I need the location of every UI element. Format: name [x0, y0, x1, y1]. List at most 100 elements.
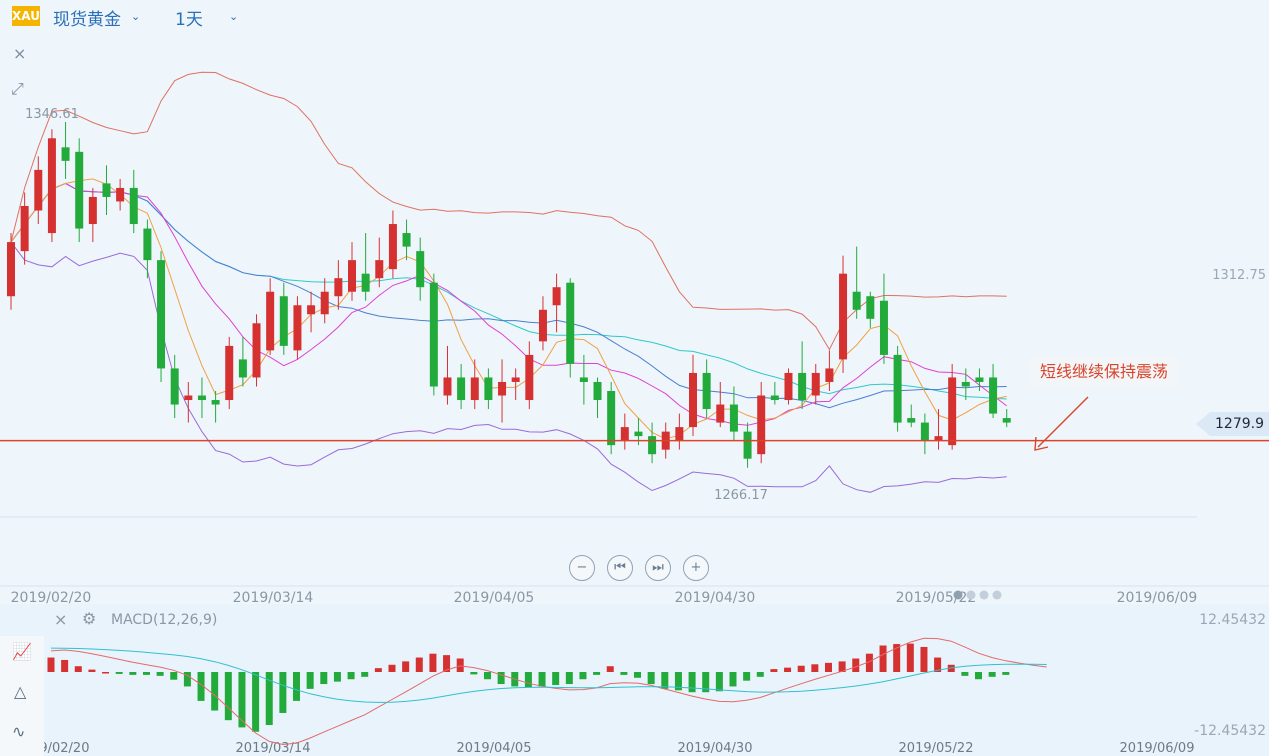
candle-body: [457, 377, 466, 401]
macd-bar: [333, 672, 341, 682]
candle-body: [484, 377, 493, 401]
macd-bar: [170, 672, 178, 680]
scroll-start-button[interactable]: ⏮: [607, 555, 633, 581]
candle-body: [307, 305, 316, 315]
candle-body: [225, 345, 234, 401]
macd-bar: [483, 672, 491, 680]
candle-body: [634, 431, 643, 437]
candle-body: [116, 187, 125, 202]
macd-bar: [593, 672, 601, 675]
candle-body: [866, 296, 875, 319]
price-high-label: 1346.61: [25, 107, 79, 122]
macd-bar: [988, 672, 996, 677]
macd-bar: [756, 672, 764, 677]
candle-body: [361, 273, 370, 292]
indicator-chart-icon[interactable]: 📈: [12, 642, 32, 661]
macd-bar: [47, 657, 55, 672]
candle-body: [375, 260, 384, 279]
candle-body: [320, 291, 329, 315]
candle-body: [34, 169, 43, 211]
macd-bar: [824, 662, 832, 672]
period-selector[interactable]: 1天: [175, 5, 203, 30]
candle-body: [538, 309, 547, 342]
collapse-arrows-icon[interactable]: ⤢: [11, 79, 24, 99]
candle-body: [266, 291, 275, 351]
close-icon[interactable]: ×: [13, 44, 26, 63]
macd-bar: [606, 666, 614, 672]
macd-bar: [238, 672, 246, 728]
candle-body: [293, 305, 302, 351]
candle-body: [989, 377, 998, 414]
candle-body: [498, 381, 507, 396]
macd-bar: [361, 672, 369, 677]
macd-bar: [347, 672, 355, 680]
macd-bar: [211, 672, 219, 711]
macd-bar: [470, 672, 478, 675]
symbol-badge: XAU: [12, 6, 40, 26]
chevron-down-icon[interactable]: ⌄: [229, 10, 238, 23]
candle-body: [798, 372, 807, 401]
page-dot: [992, 590, 1002, 600]
scroll-end-button[interactable]: ⏭: [645, 555, 671, 581]
candle-body: [443, 377, 452, 396]
macd-close-icon[interactable]: ×: [54, 610, 67, 629]
macd-bar: [538, 672, 546, 687]
macd-bar: [1002, 672, 1010, 675]
indicator-toolbar: 📈 △ ∿: [0, 636, 44, 756]
macd-bar: [770, 669, 778, 672]
candle-body: [388, 224, 397, 270]
macd-bar: [797, 665, 805, 672]
x-tick-label: 2019/04/05: [454, 590, 535, 606]
candle-body: [279, 296, 288, 346]
symbol-selector[interactable]: 现货黄金: [53, 5, 121, 30]
candle-body: [75, 151, 84, 229]
candle-body: [566, 282, 575, 364]
x-tick-label: 2019/06/09: [1117, 590, 1198, 606]
candle-body: [129, 187, 138, 225]
macd-bar: [852, 658, 860, 672]
page-dot: [953, 590, 963, 600]
zoom-in-button[interactable]: +: [683, 555, 709, 581]
candle-body: [184, 395, 193, 401]
page-dot: [966, 590, 976, 600]
macd-bar: [647, 672, 655, 685]
candle-body: [102, 183, 111, 197]
macd-bar: [224, 672, 232, 721]
macd-bar: [729, 672, 737, 687]
candle-body: [579, 377, 588, 382]
macd-bar: [74, 666, 82, 672]
zoom-out-button[interactable]: −: [569, 555, 595, 581]
candle-body: [811, 372, 820, 396]
macd-bar: [142, 672, 150, 675]
macd-bar: [784, 667, 792, 672]
candle-body: [975, 377, 984, 382]
candle-body: [511, 377, 520, 382]
candle-body: [893, 354, 902, 423]
macd-bar: [634, 672, 642, 678]
candle-body: [7, 242, 15, 297]
candle-body: [879, 300, 888, 355]
candle-body: [470, 377, 479, 401]
page-dot: [979, 590, 989, 600]
macd-x-tick-label: 2019/04/30: [678, 741, 753, 756]
last-price-tag: 1279.9: [1196, 412, 1269, 436]
candle-body: [252, 323, 261, 378]
candle-body: [211, 400, 220, 405]
candle-body: [47, 138, 56, 234]
price-low-label: 1266.17: [714, 488, 768, 503]
macd-bar: [879, 645, 887, 672]
macd-bar: [402, 661, 410, 672]
pulse-icon[interactable]: ∿: [12, 722, 25, 741]
chevron-down-icon[interactable]: ⌄: [131, 10, 140, 23]
macd-bar: [320, 672, 328, 685]
candle-body: [402, 233, 411, 247]
candle-body: [552, 287, 561, 306]
candle-body: [197, 395, 206, 401]
macd-bar: [811, 664, 819, 672]
candle-body: [607, 391, 616, 446]
macd-bar: [156, 672, 164, 676]
candle-body: [907, 418, 916, 423]
macd-bar: [306, 672, 314, 689]
gear-icon[interactable]: ⚙: [82, 609, 96, 628]
drawing-tool-icon[interactable]: △: [14, 682, 26, 701]
